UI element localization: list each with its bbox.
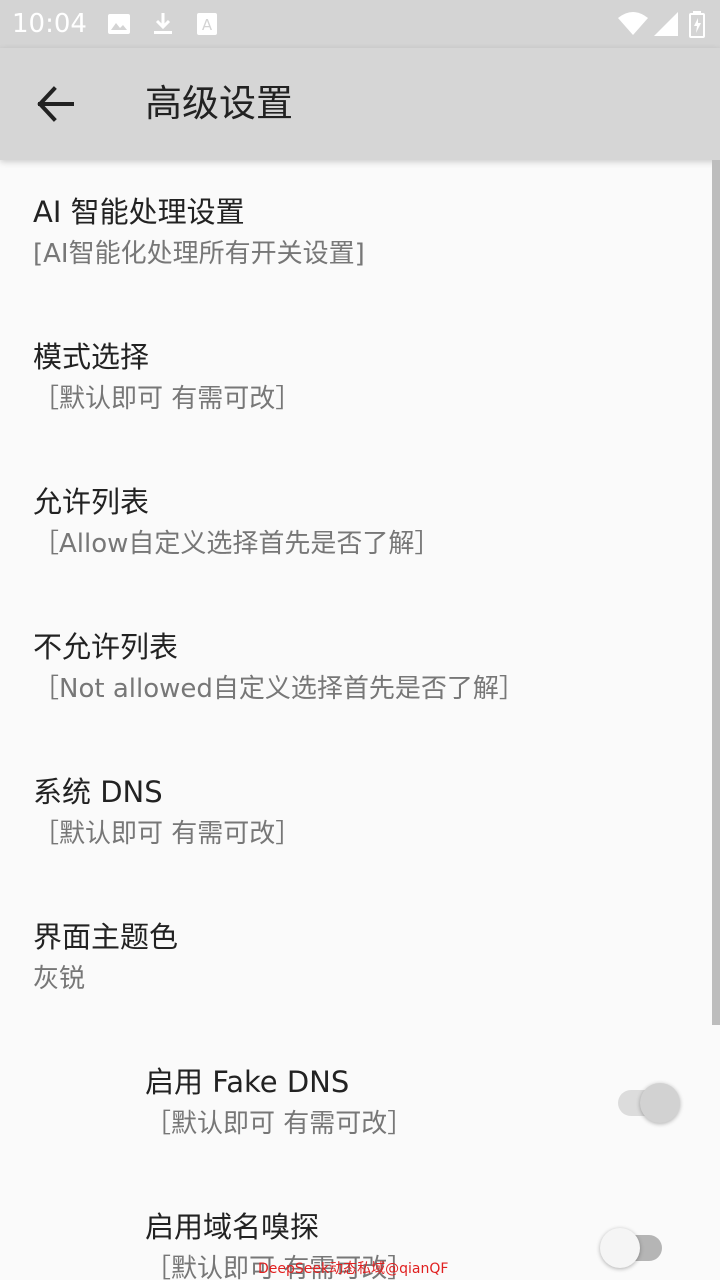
pref-fake-dns[interactable]: 启用 Fake DNS ［默认即可 有需可改］ — [0, 1030, 712, 1175]
pref-mode-select[interactable]: 模式选择 ［默认即可 有需可改］ — [0, 305, 712, 450]
pref-summary: ［Not allowed自定义选择首先是否了解］ — [33, 674, 525, 704]
pref-allow-list[interactable]: 允许列表 ［Allow自定义选择首先是否了解］ — [0, 450, 712, 595]
switch-thumb — [600, 1228, 640, 1268]
image-icon — [108, 14, 130, 34]
pref-system-dns[interactable]: 系统 DNS ［默认即可 有需可改］ — [0, 740, 712, 885]
pref-summary: [AI智能化处理所有开关设置] — [33, 239, 365, 269]
scrollbar[interactable] — [712, 160, 720, 1025]
arrow-left-icon — [37, 86, 74, 122]
pref-title: 允许列表 — [33, 485, 150, 519]
signal-icon — [654, 12, 678, 36]
svg-text:A: A — [202, 16, 213, 34]
pref-title: 模式选择 — [33, 340, 150, 374]
pref-ai-processing[interactable]: AI 智能处理设置 [AI智能化处理所有开关设置] — [0, 160, 712, 305]
status-bar: 10:04 A — [0, 0, 720, 48]
pref-title: 系统 DNS — [33, 775, 163, 809]
pref-title: 界面主题色 — [33, 920, 179, 954]
download-icon — [154, 13, 172, 34]
settings-list: AI 智能处理设置 [AI智能化处理所有开关设置] 模式选择 ［默认即可 有需可… — [0, 160, 720, 1280]
pref-title: 启用 Fake DNS — [145, 1065, 350, 1099]
pref-summary: ［默认即可 有需可改］ — [33, 384, 302, 414]
wifi-icon — [618, 12, 648, 35]
fake-dns-switch[interactable] — [610, 1081, 690, 1125]
pref-summary: ［默认即可 有需可改］ — [33, 819, 302, 849]
battery-charging-icon — [689, 11, 705, 38]
pref-summary: ［Allow自定义选择首先是否了解］ — [33, 529, 441, 559]
font-icon: A — [197, 13, 217, 35]
pref-summary: ［默认即可 有需可改］ — [145, 1109, 414, 1139]
pref-title: 启用域名嗅探 — [145, 1210, 320, 1244]
watermark-text: DeepSeek动态私域@qianQF — [258, 1261, 449, 1277]
back-button[interactable] — [24, 72, 88, 136]
pref-summary: 灰锐 — [33, 964, 86, 994]
status-time: 10:04 — [12, 9, 87, 39]
pref-disallow-list[interactable]: 不允许列表 ［Not allowed自定义选择首先是否了解］ — [0, 595, 712, 740]
page-title: 高级设置 — [145, 82, 293, 125]
app-bar: 高级设置 — [0, 48, 720, 160]
pref-theme-color[interactable]: 界面主题色 灰锐 — [0, 885, 712, 1030]
domain-sniffing-switch[interactable] — [598, 1226, 678, 1270]
pref-title: 不允许列表 — [33, 630, 179, 664]
switch-thumb — [640, 1083, 680, 1123]
pref-title: AI 智能处理设置 — [33, 195, 245, 229]
